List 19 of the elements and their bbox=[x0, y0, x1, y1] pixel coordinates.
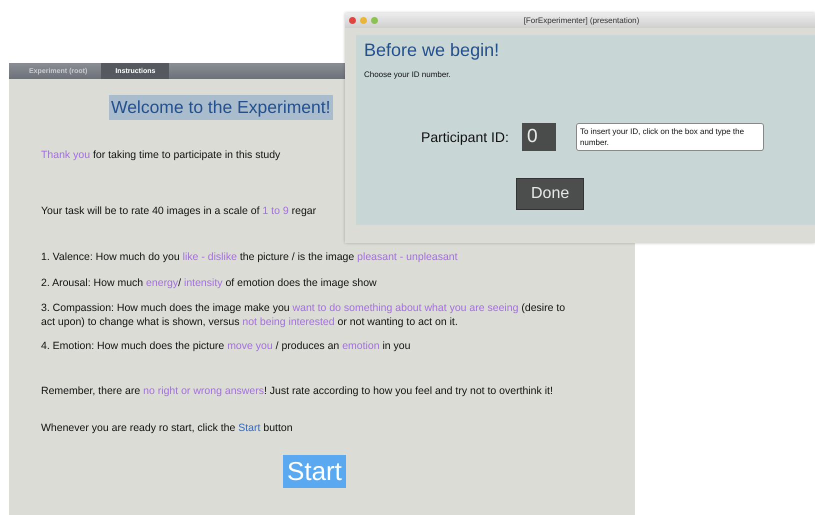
field-label: Participant ID: bbox=[421, 129, 509, 145]
instruction-text: 3. Compassion: How much does the image make you want to do something about what you are seeing (desire to act upon) to change what is shown, versus not being interested or not wanting to act on it. bbox=[41, 301, 566, 329]
instruction-text: Choose your ID number. bbox=[364, 70, 451, 79]
done-button[interactable]: Done bbox=[516, 178, 584, 210]
dialog-heading: Before we begin! bbox=[364, 40, 500, 61]
welcome-heading: Welcome to the Experiment! bbox=[109, 95, 332, 120]
instruction-text: Thank you for taking time to participate in this study bbox=[41, 148, 282, 162]
tooltip: To insert your ID, click on the box and type the number. bbox=[576, 123, 764, 151]
instruction-text: Whenever you are ready ro start, click the Start button bbox=[41, 421, 294, 435]
participant-id-field[interactable]: 0 bbox=[522, 123, 556, 151]
close-icon[interactable] bbox=[349, 17, 356, 24]
instruction-text: Your task will be to rate 40 images in a scale of 1 to 9 regar bbox=[41, 204, 318, 218]
instruction-text: Remember, there are no right or wrong answers! Just rate according to how you feel and try not to overthink it! bbox=[41, 384, 554, 398]
zoom-icon[interactable] bbox=[371, 17, 378, 24]
instruction-text: 2. Arousal: How much energy/ intensity of emotion does the image show bbox=[41, 276, 378, 290]
window-title: [ForExperimenter] (presentation) bbox=[522, 16, 640, 25]
minimize-icon[interactable] bbox=[360, 17, 367, 24]
instruction-text: 4. Emotion: How much does the picture move you / produces an emotion in you bbox=[41, 339, 412, 353]
instruction-text: 1. Valence: How much do you like - dislike the picture / is the image pleasant - unpleasant bbox=[41, 250, 459, 264]
